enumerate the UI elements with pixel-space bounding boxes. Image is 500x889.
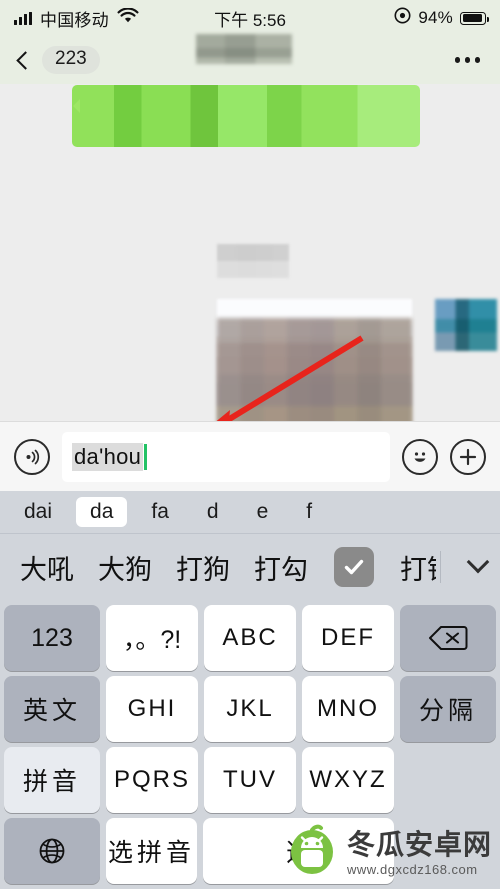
phone-screen: 中国移动 下午 5:56 94% 223 da'hou dai da fa d … xyxy=(0,0,500,889)
composing-text: da'hou xyxy=(72,442,144,471)
keyboard-row-2: 英文 GHI JKL MNO 分隔 xyxy=(4,676,496,742)
message-input-field[interactable]: da'hou xyxy=(62,431,390,482)
voice-input-icon[interactable] xyxy=(14,438,50,475)
candidate-item[interactable]: 打狗 xyxy=(164,548,242,587)
message-bubble-outgoing[interactable] xyxy=(72,85,420,147)
status-bar-right: 94% xyxy=(394,7,489,29)
key-punctuation[interactable]: ，。?! xyxy=(106,605,198,671)
message-bubble-blurred-1[interactable] xyxy=(217,244,289,278)
candidate-item[interactable]: 大吼 xyxy=(8,548,86,587)
key-separator[interactable]: 分隔 xyxy=(400,676,496,742)
candidate-divider xyxy=(440,551,441,583)
wifi-icon xyxy=(117,7,139,29)
syllable-chip[interactable]: e xyxy=(243,497,283,527)
chevron-left-icon xyxy=(16,50,35,70)
chat-title-blurred xyxy=(196,34,292,64)
syllable-chip[interactable]: f xyxy=(292,497,326,527)
candidate-row: 大吼 大狗 打狗 打勾 打钩 xyxy=(0,534,500,600)
signal-bars-icon xyxy=(14,11,32,25)
keyboard-row-1: 123 ，。?! ABC DEF xyxy=(4,605,496,671)
carrier-label: 中国移动 xyxy=(40,10,109,30)
more-dots-icon[interactable] xyxy=(454,57,485,63)
white-check-mark-emoji[interactable] xyxy=(334,547,374,587)
message-thumbnail-blurred[interactable] xyxy=(435,299,497,351)
back-button[interactable]: 223 xyxy=(16,46,100,74)
plus-circle-icon[interactable] xyxy=(450,438,486,475)
smiley-icon[interactable] xyxy=(402,438,438,475)
key-tuv[interactable]: TUV xyxy=(204,747,296,813)
key-pinyin-mode[interactable]: 拼音 xyxy=(4,747,100,813)
text-cursor xyxy=(144,443,147,470)
key-english-mode[interactable]: 英文 xyxy=(4,676,100,742)
syllable-chip[interactable]: dai xyxy=(10,497,66,527)
battery-icon xyxy=(460,11,489,25)
candidate-item[interactable]: 打勾 xyxy=(242,548,320,587)
chat-input-bar: da'hou xyxy=(0,421,500,491)
globe-icon[interactable] xyxy=(4,818,100,884)
status-bar: 中国移动 下午 5:56 94% xyxy=(0,0,500,36)
backspace-icon[interactable] xyxy=(400,605,496,671)
location-icon xyxy=(394,7,411,29)
key-pqrs[interactable]: PQRS xyxy=(106,747,198,813)
unread-count-badge: 223 xyxy=(42,46,100,74)
keyboard-row-4: 选拼音 选 xyxy=(4,818,496,884)
syllable-chip[interactable]: fa xyxy=(137,497,183,527)
syllable-chip-selected[interactable]: da xyxy=(76,497,128,527)
key-space-select[interactable]: 选 xyxy=(202,818,394,884)
syllable-chip[interactable]: d xyxy=(193,497,233,527)
pinyin-syllable-row: dai da fa d e f xyxy=(0,491,500,534)
key-mno[interactable]: MNO xyxy=(302,676,394,742)
status-bar-left: 中国移动 xyxy=(14,6,139,31)
key-wxyz[interactable]: WXYZ xyxy=(302,747,394,813)
candidate-item-clipped[interactable]: 打钩 xyxy=(388,548,436,587)
key-select-pinyin[interactable]: 选拼音 xyxy=(106,818,197,884)
key-123[interactable]: 123 xyxy=(4,605,100,671)
chat-message-list[interactable] xyxy=(0,84,500,421)
key-ghi[interactable]: GHI xyxy=(106,676,198,742)
candidate-item[interactable]: 大狗 xyxy=(86,548,164,587)
key-def[interactable]: DEF xyxy=(302,605,394,671)
battery-percent-label: 94% xyxy=(418,8,453,27)
ime-keyboard: 123 ，。?! ABC DEF 英文 GHI JKL MNO 分隔 拼音 PQ… xyxy=(0,600,500,889)
keyboard-row-3: 拼音 PQRS TUV WXYZ xyxy=(4,747,496,813)
key-abc[interactable]: ABC xyxy=(204,605,296,671)
key-jkl[interactable]: JKL xyxy=(204,676,296,742)
chevron-down-icon[interactable] xyxy=(466,550,490,574)
message-image-mosaic xyxy=(217,318,412,421)
